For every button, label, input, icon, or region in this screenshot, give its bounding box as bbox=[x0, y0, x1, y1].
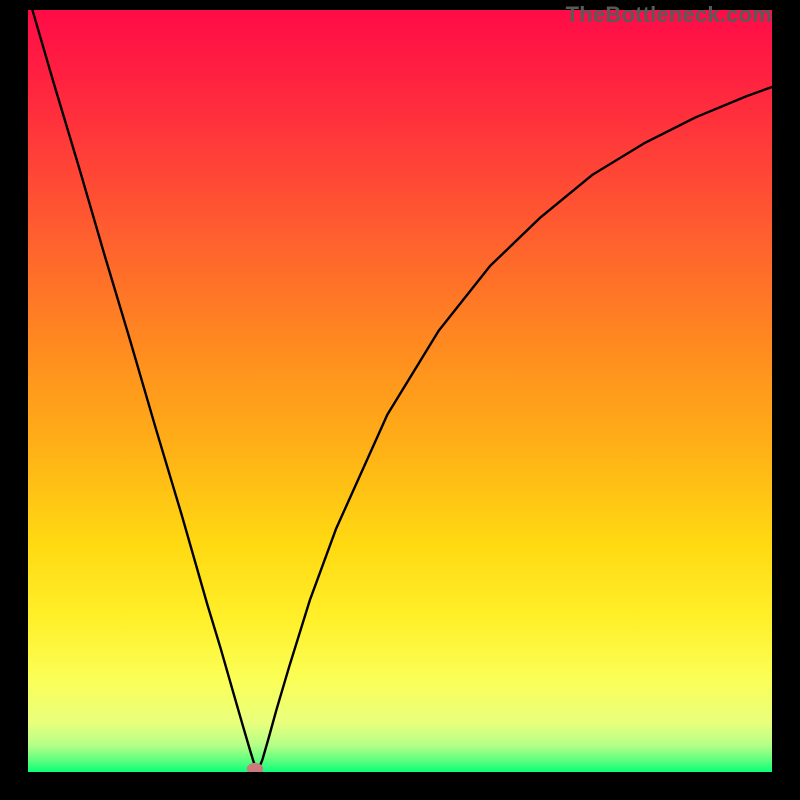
gradient-background bbox=[28, 10, 772, 772]
watermark-label: TheBottleneck.com bbox=[566, 2, 772, 28]
plot-area bbox=[28, 10, 772, 772]
chart-svg bbox=[28, 10, 772, 772]
chart-frame: TheBottleneck.com bbox=[0, 0, 800, 800]
